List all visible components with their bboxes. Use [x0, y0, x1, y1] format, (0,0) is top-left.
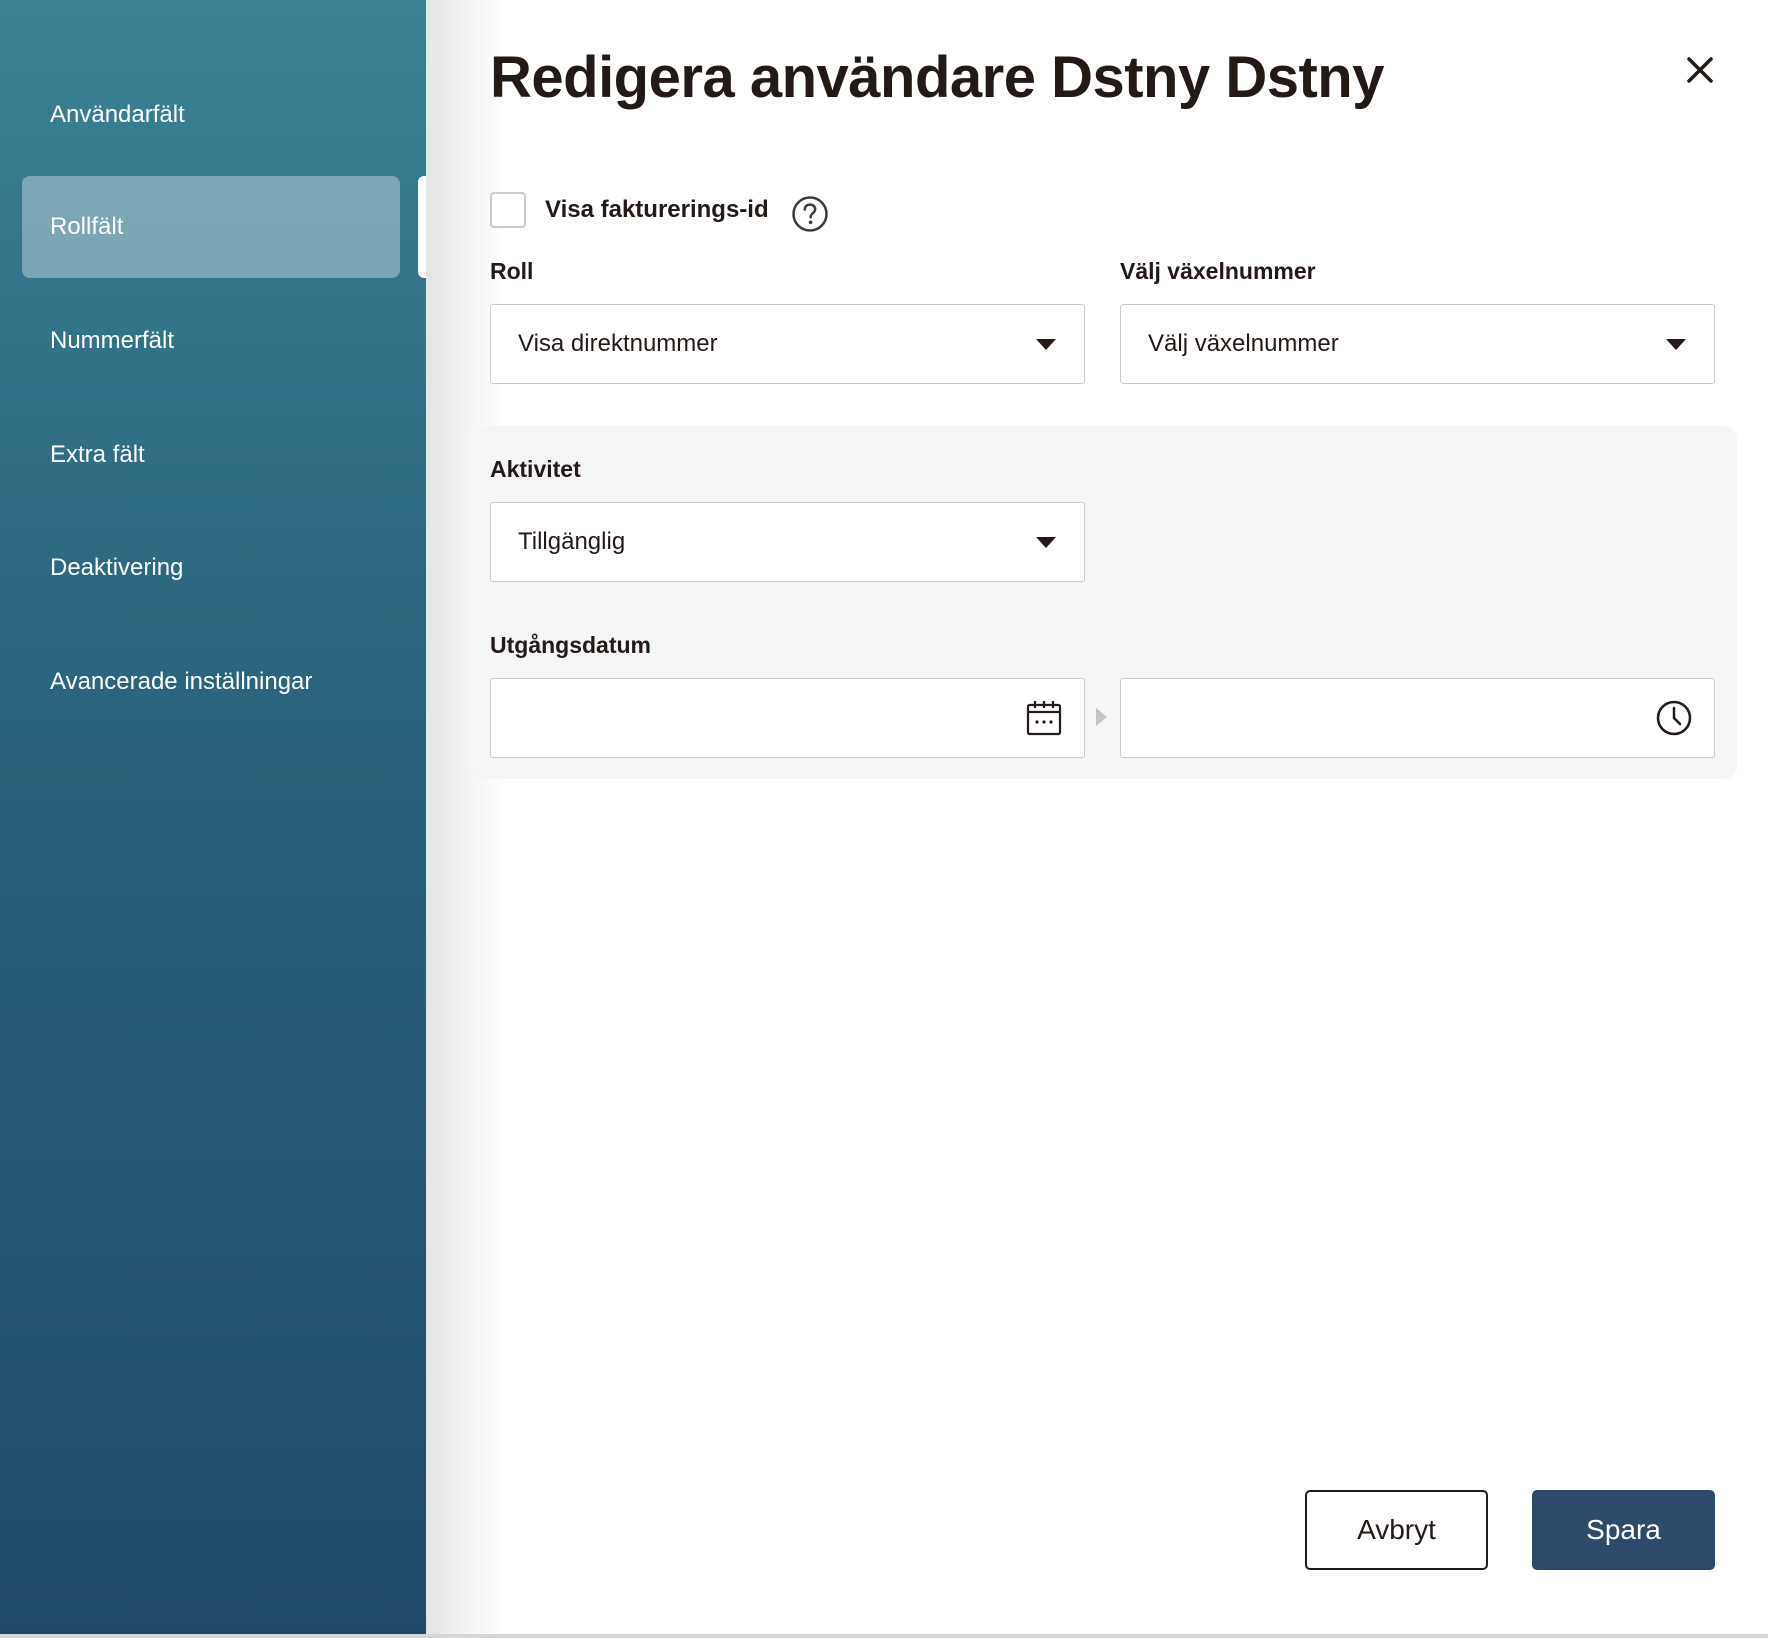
- help-button[interactable]: [790, 194, 830, 234]
- expiry-label: Utgångsdatum: [490, 632, 651, 658]
- activity-label: Aktivitet: [490, 456, 581, 482]
- sidebar-item-extra-fields[interactable]: Extra fält: [22, 404, 400, 506]
- switchboard-label: Välj växelnummer: [1120, 258, 1316, 284]
- sidebar-item-deactivation[interactable]: Deaktivering: [22, 517, 400, 619]
- expiry-date-input[interactable]: [490, 678, 1085, 758]
- billing-id-checkbox-label[interactable]: Visa fakturerings-id: [545, 196, 769, 224]
- sidebar-item-label: Nummerfält: [50, 327, 175, 354]
- range-arrow-icon: [1096, 708, 1107, 726]
- close-button[interactable]: [1680, 50, 1720, 90]
- sidebar-item-label: Avancerade inställningar: [50, 668, 313, 695]
- bottom-divider: [0, 1634, 1768, 1638]
- page-title: Redigera användare Dstny Dstny: [490, 45, 1384, 110]
- chevron-down-icon: [1036, 339, 1056, 350]
- switchboard-select-value: Välj växelnummer: [1148, 330, 1339, 357]
- clock-icon[interactable]: [1654, 698, 1694, 738]
- sidebar-item-label: Rollfält: [50, 213, 124, 240]
- role-select-value: Visa direktnummer: [518, 330, 718, 357]
- sidebar-item-advanced-settings[interactable]: Avancerade inställningar: [22, 631, 400, 733]
- sidebar-item-label: Användarfält: [50, 101, 185, 128]
- calendar-icon[interactable]: [1024, 698, 1064, 738]
- chevron-down-icon: [1036, 537, 1056, 548]
- activity-select-value: Tillgänglig: [518, 528, 626, 555]
- role-select[interactable]: Visa direktnummer: [490, 304, 1085, 384]
- panel-shadow: [426, 0, 506, 1638]
- cancel-button[interactable]: Avbryt: [1305, 1490, 1488, 1570]
- sidebar-item-label: Deaktivering: [50, 554, 184, 581]
- sidebar-item-user-fields[interactable]: Användarfält: [22, 64, 400, 166]
- switchboard-select[interactable]: Välj växelnummer: [1120, 304, 1715, 384]
- sidebar-item-role-fields[interactable]: Rollfält: [22, 176, 400, 278]
- billing-id-checkbox[interactable]: [490, 192, 526, 228]
- active-nav-indicator: [418, 176, 426, 278]
- chevron-down-icon: [1666, 339, 1686, 350]
- activity-select[interactable]: Tillgänglig: [490, 502, 1085, 582]
- expiry-time-input[interactable]: [1120, 678, 1715, 758]
- sidebar-item-label: Extra fält: [50, 441, 145, 468]
- save-button[interactable]: Spara: [1532, 1490, 1715, 1570]
- sidebar-item-number-fields[interactable]: Nummerfält: [22, 290, 400, 392]
- question-circle-icon: [792, 196, 828, 232]
- sidebar: Användarfält Rollfält Nummerfält Extra f…: [0, 0, 426, 1638]
- role-label: Roll: [490, 258, 534, 284]
- close-icon: [1687, 57, 1713, 83]
